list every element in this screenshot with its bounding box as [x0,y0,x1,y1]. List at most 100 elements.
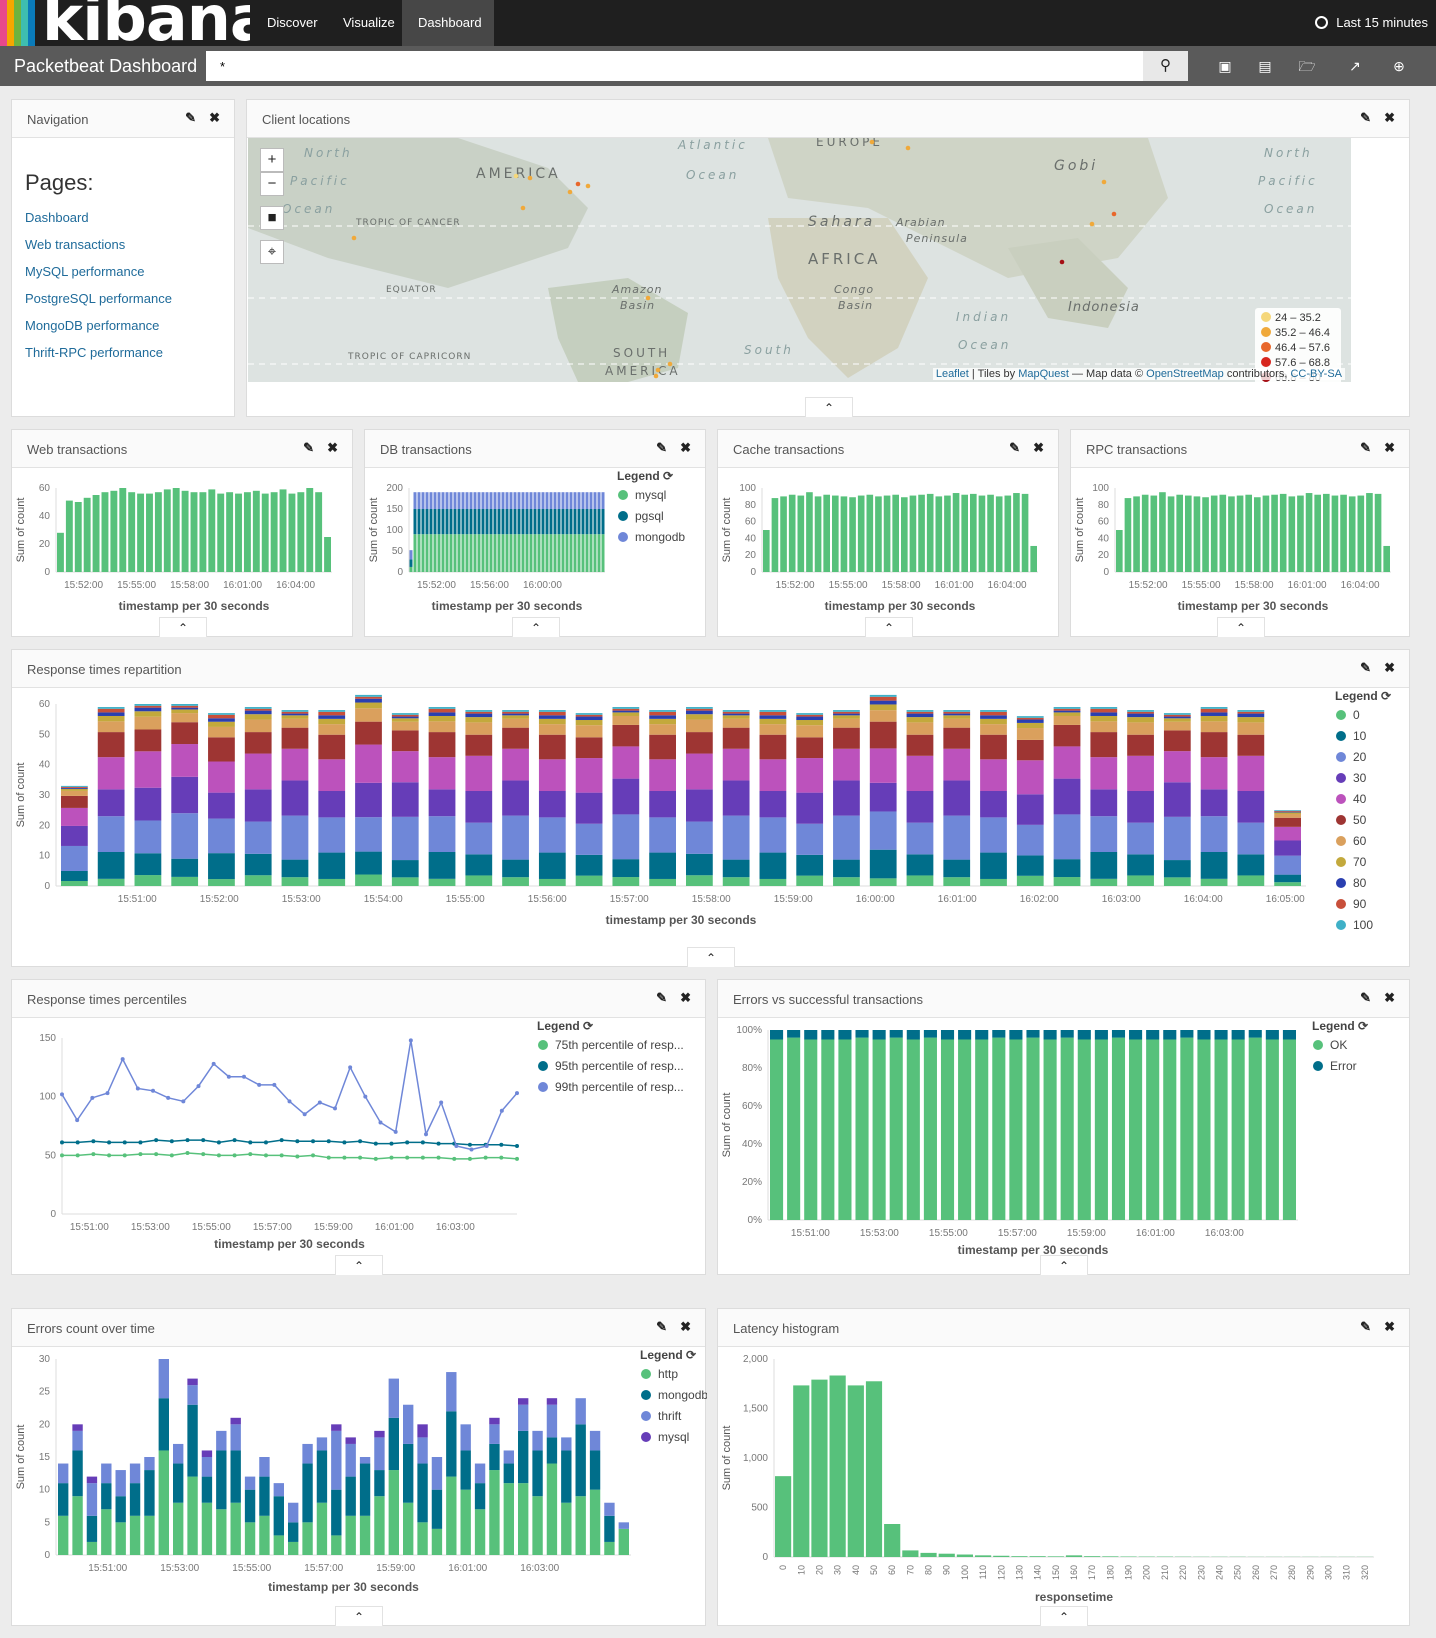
collapse-button[interactable]: ⌃ [1040,1255,1088,1275]
bar-segment [537,509,541,535]
bar-segment [1129,1030,1143,1040]
close-icon[interactable]: ✖ [1384,990,1395,1006]
x-tick-label: 16:01:00 [938,894,977,905]
link-thrift-rpc-performance[interactable]: Thrift-RPC performance [25,345,163,360]
bar-segment [1163,713,1191,715]
map-marker [1111,211,1117,217]
bar-segment [428,851,456,879]
close-icon[interactable]: ✖ [1033,440,1044,456]
bar-segment [804,1039,818,1220]
collapse-button[interactable]: ⌃ [512,617,560,637]
time-picker[interactable]: Last 15 minutes [1315,0,1428,46]
close-icon[interactable]: ✖ [327,440,338,456]
bar [875,496,882,572]
bar-segment [538,710,566,712]
bar-segment [302,1463,313,1523]
zoom-in-button[interactable]: + [260,148,284,172]
nav-visualize[interactable]: Visualize [327,0,411,46]
cc-by-sa-link[interactable]: CC-BY-SA [1290,368,1342,380]
bar-segment [575,713,603,715]
edit-icon[interactable]: ✎ [656,990,667,1006]
nav-discover[interactable]: Discover [251,0,334,46]
collapse-button[interactable]: ⌃ [1040,1606,1088,1626]
edit-icon[interactable]: ✎ [656,440,667,456]
bar-segment [589,1430,601,1451]
collapse-button[interactable]: ⌃ [865,617,913,637]
open-folder-icon[interactable]: 🗁 [1291,46,1323,86]
draw-rectangle-button[interactable]: ■ [260,206,284,230]
openstreetmap-link[interactable]: OpenStreetMap [1146,368,1224,380]
bar-segment [575,714,603,717]
link-postgresql-performance[interactable]: PostgreSQL performance [25,291,172,306]
leaflet-link[interactable]: Leaflet [936,368,969,380]
bar-segment [259,1476,270,1516]
bar-segment [460,1450,471,1490]
add-panel-icon[interactable]: ⊕ [1383,46,1415,86]
link-mysql-performance[interactable]: MySQL performance [25,264,144,279]
share-icon[interactable]: ↗ [1339,46,1371,86]
bar-segment [505,509,509,535]
y-tick-label: 50 [45,1150,57,1161]
collapse-button[interactable]: ⌃ [159,617,207,637]
legend-swatch [618,490,628,500]
edit-icon[interactable]: ✎ [1360,1319,1371,1335]
nav-dashboard[interactable]: Dashboard [402,0,494,46]
bar-segment [318,718,346,725]
collapse-button[interactable]: ⌃ [335,1255,383,1275]
search-button[interactable]: ⚲ [1143,51,1188,81]
edit-icon[interactable]: ✎ [1360,990,1371,1006]
close-icon[interactable]: ✖ [1384,440,1395,456]
link-mongodb-performance[interactable]: MongoDB performance [25,318,159,333]
collapse-button[interactable]: ⌃ [805,397,853,417]
close-icon[interactable]: ✖ [680,440,691,456]
bar-segment [565,492,569,509]
bar-segment [481,534,485,572]
zoom-out-button[interactable]: − [260,172,284,196]
collapse-button[interactable]: ⌃ [1217,617,1265,637]
bar [1366,493,1373,572]
bar-segment [288,1502,299,1523]
close-icon[interactable]: ✖ [680,1319,691,1335]
crop-button[interactable]: ⌖ [260,240,284,264]
y-tick-label: 40 [39,760,51,771]
close-icon[interactable]: ✖ [209,110,220,126]
collapse-button[interactable]: ⌃ [687,947,735,967]
close-icon[interactable]: ✖ [680,990,691,1006]
bar-segment [759,715,787,719]
edit-icon[interactable]: ✎ [303,440,314,456]
errors-vs-successful-panel: Errors vs successful transactions ✎ ✖ 0% 2… [717,979,1410,1275]
edit-icon[interactable]: ✎ [1009,440,1020,456]
link-dashboard[interactable]: Dashboard [25,210,89,225]
save-icon[interactable]: ▤ [1249,46,1281,86]
bar-segment [208,879,235,886]
bar-segment [759,710,787,712]
mapquest-link[interactable]: MapQuest [1018,368,1069,380]
collapse-button[interactable]: ⌃ [335,1606,383,1626]
map-markers [351,139,1117,379]
edit-icon[interactable]: ✎ [1360,440,1371,456]
bar-segment [485,534,489,572]
edit-icon[interactable]: ✎ [185,110,196,126]
edit-icon[interactable]: ✎ [656,1319,667,1335]
link-web-transactions[interactable]: Web transactions [25,237,125,252]
bar [1176,494,1183,572]
close-icon[interactable]: ✖ [1384,1319,1395,1335]
edit-icon[interactable]: ✎ [1360,110,1371,126]
map-view[interactable]: AMERICA Atlantic Ocean EUROPE Gobi North… [248,138,1351,382]
close-icon[interactable]: ✖ [1384,110,1395,126]
bar-segment [1200,708,1228,713]
bar [847,1385,864,1557]
bar-segment [1127,755,1154,791]
bar-segment [171,876,199,886]
bar-segment [281,815,309,860]
legend-swatch [641,1390,651,1400]
search-input[interactable] [206,51,1143,81]
close-icon[interactable]: ✖ [1384,660,1395,676]
bar-segment [331,1424,342,1431]
edit-icon[interactable]: ✎ [1360,660,1371,676]
bar-segment [787,1037,801,1220]
kibana-logo[interactable]: kibana [0,0,250,46]
bar-segment [244,714,272,720]
bar [935,496,943,572]
new-dashboard-icon[interactable]: ▣ [1209,46,1241,86]
